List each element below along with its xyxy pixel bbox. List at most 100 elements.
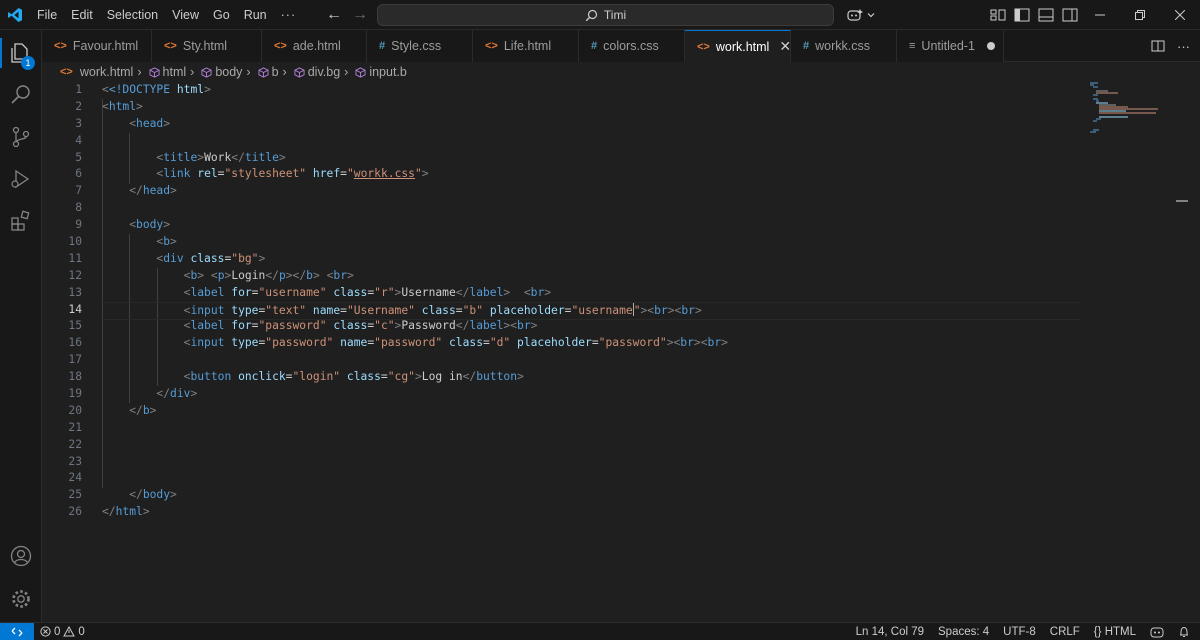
toggle-secondary-sidebar-icon[interactable] [1062,8,1078,22]
problems-indicator[interactable]: 0 0 [40,626,85,638]
menu-go[interactable]: Go [206,0,237,30]
navigation-arrows: ← → [326,0,368,30]
line-ending[interactable]: CRLF [1050,626,1080,638]
element-cube-icon [201,66,212,78]
tab-label: ade.html [292,39,341,53]
tab-ade-html[interactable]: <> ade.html [262,30,367,62]
search-view-icon[interactable] [0,74,42,116]
bell-icon[interactable] [1178,626,1190,638]
tab-workk-css[interactable]: # workk.css [791,30,897,62]
line-number: 4 [75,133,82,147]
code-line: <<!DOCTYPE html> [102,83,211,96]
code-line: <div class="bg"> [156,251,266,265]
menu-more[interactable]: ··· [274,0,304,30]
split-editor-icon[interactable] [1151,39,1165,53]
line-number: 26 [68,505,82,519]
tab-untitled-1[interactable]: ≡ Untitled-1 [897,30,1004,62]
line-number: 18 [68,370,82,384]
toggle-panel-icon[interactable] [1038,8,1054,22]
tab-sty-html[interactable]: <> Sty.html [152,30,262,62]
code-line: </html> [102,505,150,519]
tab-favour-html[interactable]: <> Favour.html [42,30,152,62]
tab-label: Untitled-1 [921,39,975,53]
breadcrumb-file-label: work.html [79,65,134,79]
toggle-primary-sidebar-icon[interactable] [1014,8,1030,22]
back-arrow-icon[interactable]: ← [326,6,342,24]
breadcrumb-item-b[interactable]: › b [242,65,278,79]
menu-edit[interactable]: Edit [64,0,100,30]
forward-arrow-icon[interactable]: → [352,6,368,24]
extensions-icon[interactable] [0,200,42,242]
breadcrumb-label: input.b [369,65,407,79]
css-file-link[interactable]: workk.css [354,167,415,180]
breadcrumb-file[interactable]: <> work.html [60,65,133,79]
element-cube-icon [258,66,269,78]
code-line: <head> [129,116,171,130]
code-line: <button onclick="login" class="cg">Log i… [183,370,524,384]
tab-life-html[interactable]: <> Life.html [473,30,579,62]
explorer-icon[interactable]: 1 [0,32,42,74]
source-control-icon[interactable] [0,116,42,158]
status-bar: 0 0 Ln 14, Col 79 Spaces: 4 UTF-8 CRLF {… [0,622,1200,640]
breadcrumb-item-body[interactable]: › body [186,65,242,79]
command-center-text: Timi [603,8,627,22]
menu-bar: File Edit Selection View Go Run ··· [30,0,303,30]
tab-colors-css[interactable]: # colors.css [579,30,685,62]
line-number: 15 [68,319,82,333]
tab-label: Life.html [503,39,552,53]
active-indicator [0,38,2,68]
line-number: 25 [68,488,82,502]
menu-view[interactable]: View [165,0,206,30]
breadcrumb-label: body [215,65,243,79]
breadcrumb-item-input-b[interactable]: › input.b [340,65,407,79]
close-window-icon[interactable] [1160,0,1200,30]
cursor-position[interactable]: Ln 14, Col 79 [856,626,924,638]
tab-label: Sty.html [182,39,228,53]
line-number: 7 [75,184,82,198]
run-debug-icon[interactable] [0,158,42,200]
error-count: 0 [54,625,61,638]
line-number: 6 [75,167,82,181]
tab-style-css[interactable]: # Style.css [367,30,473,62]
css-file-icon: # [379,40,386,52]
minimize-icon[interactable] [1080,0,1120,30]
unsaved-dot-icon[interactable] [986,42,995,50]
line-number: 16 [68,336,82,350]
line-number: 22 [68,437,82,451]
indentation[interactable]: Spaces: 4 [938,626,989,638]
manage-gear-icon[interactable] [0,578,42,620]
line-number: 3 [75,116,82,130]
code-line: <label for="password" class="c">Password… [183,319,538,333]
encoding[interactable]: UTF-8 [1003,626,1036,638]
command-center[interactable]: Timi [377,4,834,26]
explorer-badge: 1 [21,56,35,70]
copilot-button[interactable] [846,0,876,30]
breadcrumb-item-html[interactable]: › html [133,65,186,79]
scrollbar-cursor-marker[interactable] [1176,200,1188,202]
accounts-icon[interactable] [0,535,42,577]
chevron-right-icon: › [137,65,142,79]
close-tab-icon[interactable]: ✕ [779,38,791,55]
menu-file[interactable]: File [30,0,64,30]
tab-work-html[interactable]: <> work.html ✕ [685,30,791,62]
more-actions-icon[interactable]: ··· [1177,39,1190,54]
chevron-right-icon: › [190,65,195,79]
vscode-logo-icon [0,0,30,30]
code-area[interactable]: <<!DOCTYPE html> <html> <head> <title>Wo… [101,82,1122,521]
customize-layout-icon[interactable] [990,8,1006,22]
restore-icon[interactable] [1120,0,1160,30]
menu-selection[interactable]: Selection [100,0,165,30]
remote-indicator-icon[interactable] [0,622,34,640]
warning-icon [63,626,76,637]
menu-run[interactable]: Run [237,0,274,30]
language-mode[interactable]: {} HTML [1094,626,1136,638]
chevron-down-icon [867,13,875,18]
text-cursor [632,301,634,316]
code-line: <input type="password" name="password" c… [183,336,728,350]
minimap[interactable] [1088,82,1178,142]
code-editor[interactable]: 1 2 3 4 5 6 7 8 9 10 11 12 13 14 15 16 1… [42,82,1188,622]
copilot-status-icon[interactable] [1150,626,1164,638]
breadcrumb-item-div-bg[interactable]: › div.bg [279,65,341,79]
